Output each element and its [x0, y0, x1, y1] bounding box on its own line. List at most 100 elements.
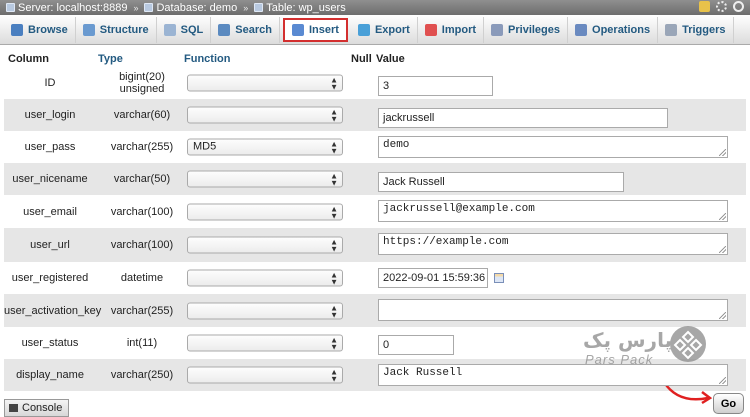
calendar-icon[interactable]	[494, 273, 504, 283]
parspack-watermark: پارس پک Pars Pack	[583, 326, 708, 367]
insert-icon	[291, 23, 304, 36]
updown-chevron-icon: ▲ ▼	[330, 270, 338, 287]
database-icon	[144, 3, 154, 12]
column-type: varchar(100)	[110, 205, 174, 218]
updown-chevron-icon: ▲ ▼	[330, 303, 338, 319]
tab-browse[interactable]: Browse	[4, 16, 76, 43]
column-name: user_activation_key	[4, 304, 102, 317]
value-text: Jack Russell	[383, 176, 445, 188]
value-text: 0	[383, 339, 390, 351]
value-text: https://example.com	[383, 236, 509, 248]
updown-chevron-icon: ▲ ▼	[330, 107, 338, 124]
value-input[interactable]: jackrussell	[378, 108, 668, 128]
resize-grip-icon[interactable]	[719, 377, 726, 384]
tab-export[interactable]: Export	[351, 16, 418, 43]
column-type: varchar(100)	[110, 239, 174, 251]
updown-chevron-icon: ▲ ▼	[330, 237, 338, 254]
header-function[interactable]: Function	[184, 53, 230, 65]
value-textarea[interactable]: jackrussell@example.com	[378, 200, 728, 222]
tab-label: Privileges	[508, 23, 561, 36]
value-input[interactable]: 3	[378, 76, 493, 96]
browse-icon	[11, 23, 23, 36]
function-select[interactable]: ▲ ▼	[187, 269, 343, 287]
value-textarea[interactable]	[378, 299, 728, 321]
tab-search[interactable]: Search	[211, 16, 280, 43]
tab-operations[interactable]: Operations	[568, 16, 659, 43]
value-text: 3	[383, 80, 390, 92]
value-textarea[interactable]: https://example.com	[378, 233, 728, 255]
column-name: user_url	[30, 239, 70, 251]
breadcrumb-database[interactable]: Database: demo	[144, 2, 237, 14]
breadcrumb-server-label: Server: localhost:8889	[18, 1, 128, 14]
function-select[interactable]: MD5 ▲ ▼	[187, 138, 343, 156]
tab-import[interactable]: Import	[418, 16, 485, 43]
column-type: int(11)	[126, 337, 158, 349]
tab-insert[interactable]: Insert	[282, 17, 348, 42]
tab-label: Import	[441, 23, 477, 36]
function-select[interactable]: ▲ ▼	[187, 334, 343, 352]
privileges-icon	[491, 23, 504, 36]
column-name: ID	[44, 77, 56, 89]
tab-label: Export	[374, 23, 410, 36]
column-name: display_name	[16, 369, 84, 381]
updown-chevron-icon: ▲ ▼	[330, 367, 338, 384]
console-button[interactable]: Console	[4, 399, 70, 417]
header-type[interactable]: Type	[98, 53, 123, 65]
tab-privileges[interactable]: Privileges	[484, 16, 569, 43]
function-select[interactable]: ▲ ▼	[187, 74, 343, 92]
value-textarea[interactable]: demo	[378, 136, 728, 158]
operations-icon	[575, 23, 588, 36]
value-text: jackrussell@example.com	[383, 203, 535, 215]
table-header: Column Type Function Null Value	[0, 51, 750, 67]
tab-label: SQL	[180, 23, 204, 36]
datetime-input[interactable]: 2022-09-01 15:59:36	[378, 268, 488, 288]
lock-icon[interactable]	[699, 1, 710, 12]
import-icon	[424, 23, 437, 36]
structure-icon	[82, 23, 95, 36]
parspack-logo-icon	[670, 326, 706, 362]
function-select[interactable]: ▲ ▼	[187, 106, 343, 124]
value-input[interactable]: 0	[378, 335, 454, 355]
gear-icon[interactable]	[716, 1, 727, 12]
value-text: jackrussell	[383, 112, 435, 124]
table-icon	[254, 3, 264, 12]
breadcrumb-server[interactable]: Server: localhost:8889	[6, 2, 127, 14]
collapse-icon[interactable]	[733, 1, 744, 12]
resize-grip-icon[interactable]	[719, 312, 726, 319]
function-select[interactable]: ▲ ▼	[187, 366, 343, 384]
tab-bar: Browse Structure SQL Search Insert Export Impo…	[0, 15, 750, 45]
column-type: varchar(250)	[110, 369, 174, 381]
function-value: MD5	[193, 140, 217, 153]
resize-grip-icon[interactable]	[719, 246, 726, 253]
breadcrumb-table[interactable]: Table: wp_users	[254, 2, 346, 14]
go-button[interactable]: Go	[713, 393, 744, 414]
breadcrumb-separator-icon: »	[133, 2, 139, 13]
updown-chevron-icon: ▲ ▼	[330, 139, 338, 156]
console-label: Console	[22, 402, 63, 414]
value-input[interactable]: Jack Russell	[378, 172, 624, 192]
column-name: user_login	[24, 109, 76, 121]
tab-sql[interactable]: SQL	[157, 16, 212, 43]
triggers-icon	[665, 23, 678, 36]
function-select[interactable]: ▲ ▼	[187, 203, 343, 220]
watermark-fa: پارس پک	[583, 328, 673, 352]
function-select[interactable]: ▲ ▼	[187, 236, 343, 254]
tab-structure[interactable]: Structure	[76, 16, 157, 43]
search-icon	[218, 23, 231, 36]
resize-grip-icon[interactable]	[719, 213, 726, 220]
column-name: user_status	[21, 337, 79, 349]
tab-label: Triggers	[682, 23, 726, 36]
console-icon	[9, 404, 18, 412]
updown-chevron-icon: ▲ ▼	[330, 171, 338, 188]
tab-label: Operations	[592, 23, 651, 36]
function-select[interactable]: ▲ ▼	[187, 170, 343, 188]
tab-triggers[interactable]: Triggers	[658, 16, 734, 43]
export-icon	[357, 23, 370, 36]
breadcrumb: Server: localhost:8889 » Database: demo …	[0, 0, 750, 15]
value-textarea[interactable]: Jack Russell	[378, 364, 728, 386]
header-null: Null	[351, 53, 372, 65]
column-type: bigint(20) unsigned	[119, 71, 165, 95]
function-select[interactable]: ▲ ▼	[187, 302, 343, 319]
resize-grip-icon[interactable]	[719, 149, 726, 156]
value-text: demo	[383, 139, 410, 151]
